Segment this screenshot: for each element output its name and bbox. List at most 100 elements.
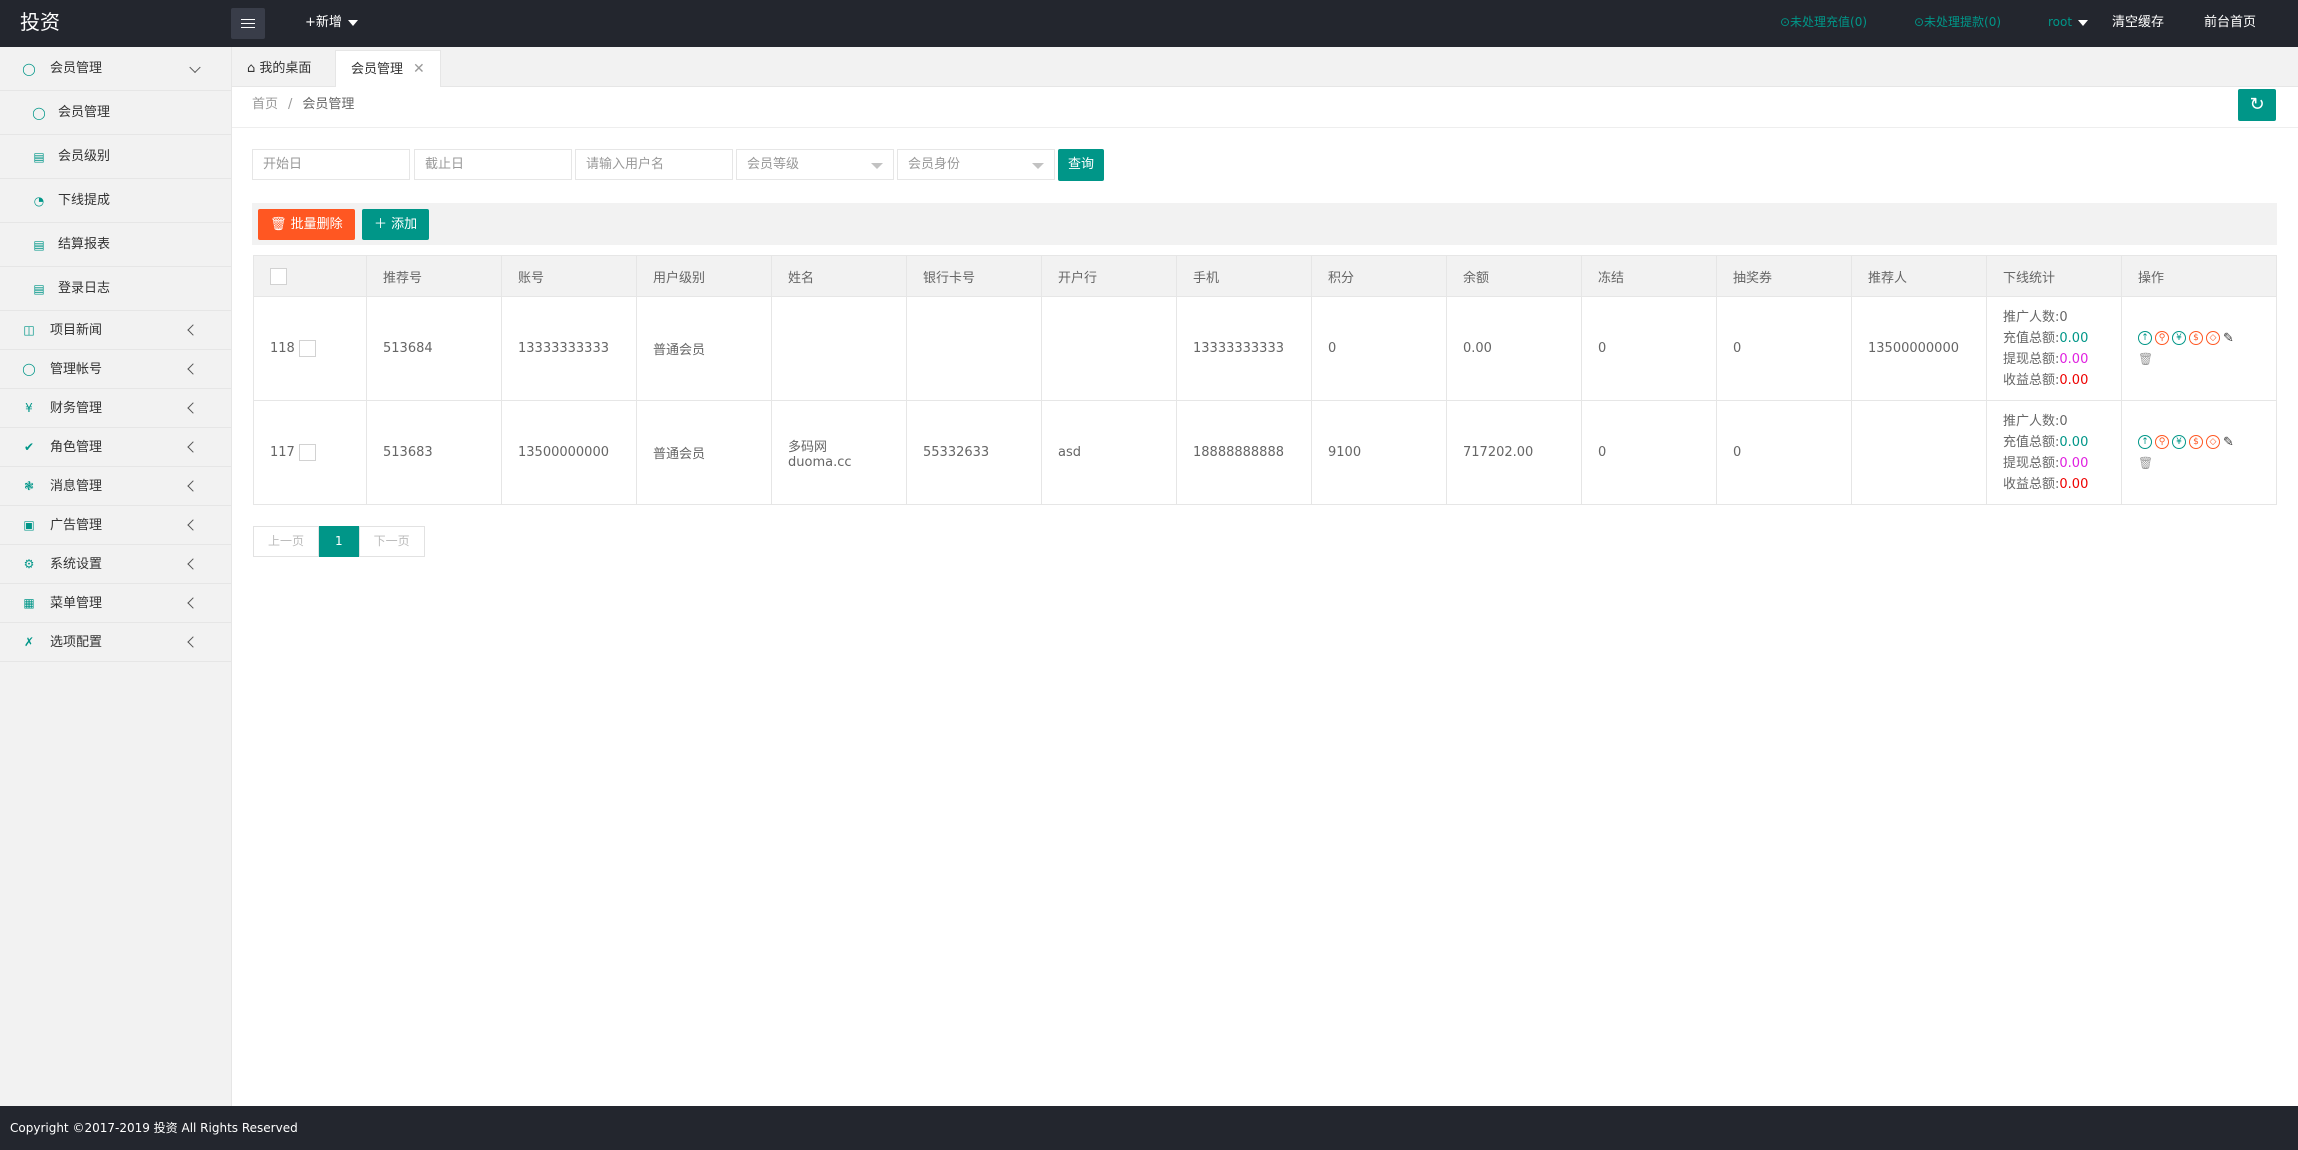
sidebar-item-options[interactable]: ✗ 选项配置 — [0, 623, 231, 662]
report-icon: ▤ — [33, 237, 45, 252]
chevron-left-icon — [187, 480, 199, 492]
points-cell: 0 — [1311, 296, 1447, 401]
member-level-select[interactable]: 会员等级 — [736, 149, 894, 180]
delete-icon[interactable]: 🗑 — [2138, 456, 2153, 470]
sidebar-item-menus[interactable]: ▦ 菜单管理 — [0, 584, 231, 623]
search-icon[interactable]: ⚲ — [2155, 331, 2169, 345]
edit-icon[interactable]: ✎ — [2223, 435, 2234, 450]
sidebar-sub-login-log[interactable]: ▤ 登录日志 — [0, 267, 231, 311]
edit-icon[interactable]: ✎ — [2223, 331, 2234, 346]
add-button[interactable]: ＋ 添加 — [362, 209, 430, 240]
trash-icon: 🗑 — [270, 217, 287, 232]
sidebar-item-system-settings[interactable]: ⚙ 系统设置 — [0, 545, 231, 584]
sidebar-item-finance[interactable]: ¥ 财务管理 — [0, 389, 231, 428]
sidebar-sub-label: 结算报表 — [58, 237, 111, 252]
referrer-cell — [1851, 400, 1987, 505]
stat-promoted: 推广人数:0 — [2003, 411, 2105, 432]
batch-delete-label: 批量删除 — [290, 217, 343, 232]
upgrade-icon[interactable]: ↑ — [2138, 435, 2152, 449]
sidebar-item-label: 财务管理 — [50, 401, 103, 416]
tag-icon[interactable]: ◇ — [2206, 331, 2220, 345]
row-id: 118 — [270, 341, 295, 356]
refresh-icon: ↻ — [2249, 94, 2265, 115]
sidebar-item-member-mgmt[interactable]: ◯ 会员管理 — [0, 47, 231, 91]
stat-value: 0 — [2059, 413, 2068, 429]
select-all-checkbox[interactable] — [270, 267, 287, 285]
sidebar-sub-member-level[interactable]: ▤ 会员级别 — [0, 135, 231, 179]
stat-value: 0 — [2059, 309, 2068, 325]
app-logo[interactable]: 投资 — [20, 0, 60, 47]
sidebar-sub-member-mgmt[interactable]: ◯ 会员管理 — [0, 91, 231, 135]
gear-icon: ⚙ — [23, 557, 35, 571]
sidebar-item-roles[interactable]: ✔ 角色管理 — [0, 428, 231, 467]
member-identity-select[interactable]: 会员身份 — [897, 149, 1055, 180]
sidebar-item-messages[interactable]: ❃ 消息管理 — [0, 467, 231, 506]
dropdown-arrow-icon — [871, 163, 883, 169]
end-date-input[interactable]: 截止日 — [414, 149, 572, 180]
stat-value: 0.00 — [2059, 434, 2089, 450]
stat-withdraw: 提现总额:0.00 — [2003, 349, 2105, 370]
downline-stats-cell: 推广人数:0 充值总额:0.00 提现总额:0.00 收益总额:0.00 — [1986, 400, 2122, 505]
sidebar-item-label: 会员管理 — [50, 61, 103, 76]
bank-cell: asd — [1041, 400, 1177, 505]
tag-icon[interactable]: ◇ — [2206, 435, 2220, 449]
yen-icon[interactable]: ¥ — [2172, 331, 2186, 345]
column-header: 冻结 — [1581, 255, 1717, 297]
breadcrumb: 首页 / 会员管理 — [252, 88, 354, 122]
breadcrumb-home[interactable]: 首页 — [252, 97, 278, 112]
bank-card-cell — [906, 296, 1042, 401]
pending-withdraw-link[interactable]: ⊙未处理提款(0) — [1914, 0, 2001, 47]
user-menu[interactable]: root — [2048, 0, 2089, 47]
start-date-input[interactable]: 开始日 — [252, 149, 410, 180]
user-icon: ◯ — [22, 61, 36, 76]
user-icon: ◯ — [32, 105, 46, 120]
yen-icon[interactable]: ¥ — [2172, 435, 2186, 449]
sidebar-item-news[interactable]: ◫ 项目新闻 — [0, 311, 231, 350]
dropdown-arrow-icon — [1032, 163, 1044, 169]
pending-recharge-link[interactable]: ⊙未处理充值(0) — [1780, 0, 1867, 47]
column-header: 推荐人 — [1851, 255, 1987, 297]
id-cell: 118 — [253, 296, 367, 401]
level-icon: ▤ — [33, 149, 45, 164]
refresh-button[interactable]: ↻ — [2238, 89, 2276, 121]
batch-delete-button[interactable]: 🗑 批量删除 — [258, 209, 355, 240]
dollar-icon[interactable]: $ — [2189, 331, 2203, 345]
row-id: 117 — [270, 445, 295, 460]
row-checkbox[interactable] — [298, 340, 316, 357]
delete-icon[interactable]: 🗑 — [2138, 352, 2153, 366]
add-label: 添加 — [391, 217, 418, 232]
tab-bar: ⌂ 我的桌面 会员管理 ✕ — [232, 47, 2298, 87]
frozen-cell: 0 — [1581, 296, 1717, 401]
column-header: 积分 — [1311, 255, 1447, 297]
sidebar-item-ads[interactable]: ▣ 广告管理 — [0, 506, 231, 545]
level-cell: 普通会员 — [636, 296, 772, 401]
prev-page-button[interactable]: 上一页 — [253, 526, 320, 557]
bank-card-cell: 55332633 — [906, 400, 1042, 505]
sidebar-sub-commission[interactable]: ◔ 下线提成 — [0, 179, 231, 223]
front-home-link[interactable]: 前台首页 — [2204, 0, 2256, 47]
chevron-left-icon — [187, 363, 199, 375]
tab-label: 会员管理 — [351, 62, 404, 77]
bank-cell — [1041, 296, 1177, 401]
tab-desktop[interactable]: ⌂ 我的桌面 — [232, 50, 326, 87]
sidebar-item-admin-accounts[interactable]: ◯ 管理帐号 — [0, 350, 231, 389]
username-input[interactable]: 请输入用户名 — [575, 149, 733, 180]
search-icon[interactable]: ⚲ — [2155, 435, 2169, 449]
balance-cell: 717202.00 — [1446, 400, 1582, 505]
next-page-button[interactable]: 下一页 — [358, 526, 425, 557]
menu-toggle-button[interactable] — [231, 8, 265, 39]
query-button[interactable]: 查询 — [1058, 149, 1104, 181]
column-header: 余额 — [1446, 255, 1582, 297]
page-1-button[interactable]: 1 — [319, 526, 359, 557]
upgrade-icon[interactable]: ↑ — [2138, 331, 2152, 345]
member-level-placeholder: 会员等级 — [747, 157, 800, 172]
close-icon[interactable]: ✕ — [413, 61, 425, 77]
new-menu-label: +新增 — [305, 15, 342, 30]
stat-label: 提现总额: — [2003, 351, 2060, 367]
clear-cache-link[interactable]: 清空缓存 — [2112, 0, 2164, 47]
row-checkbox[interactable] — [298, 444, 316, 461]
new-menu-dropdown[interactable]: +新增 — [305, 0, 358, 47]
sidebar-sub-settlement-report[interactable]: ▤ 结算报表 — [0, 223, 231, 267]
dollar-icon[interactable]: $ — [2189, 435, 2203, 449]
tab-member-mgmt[interactable]: 会员管理 ✕ — [335, 50, 441, 87]
